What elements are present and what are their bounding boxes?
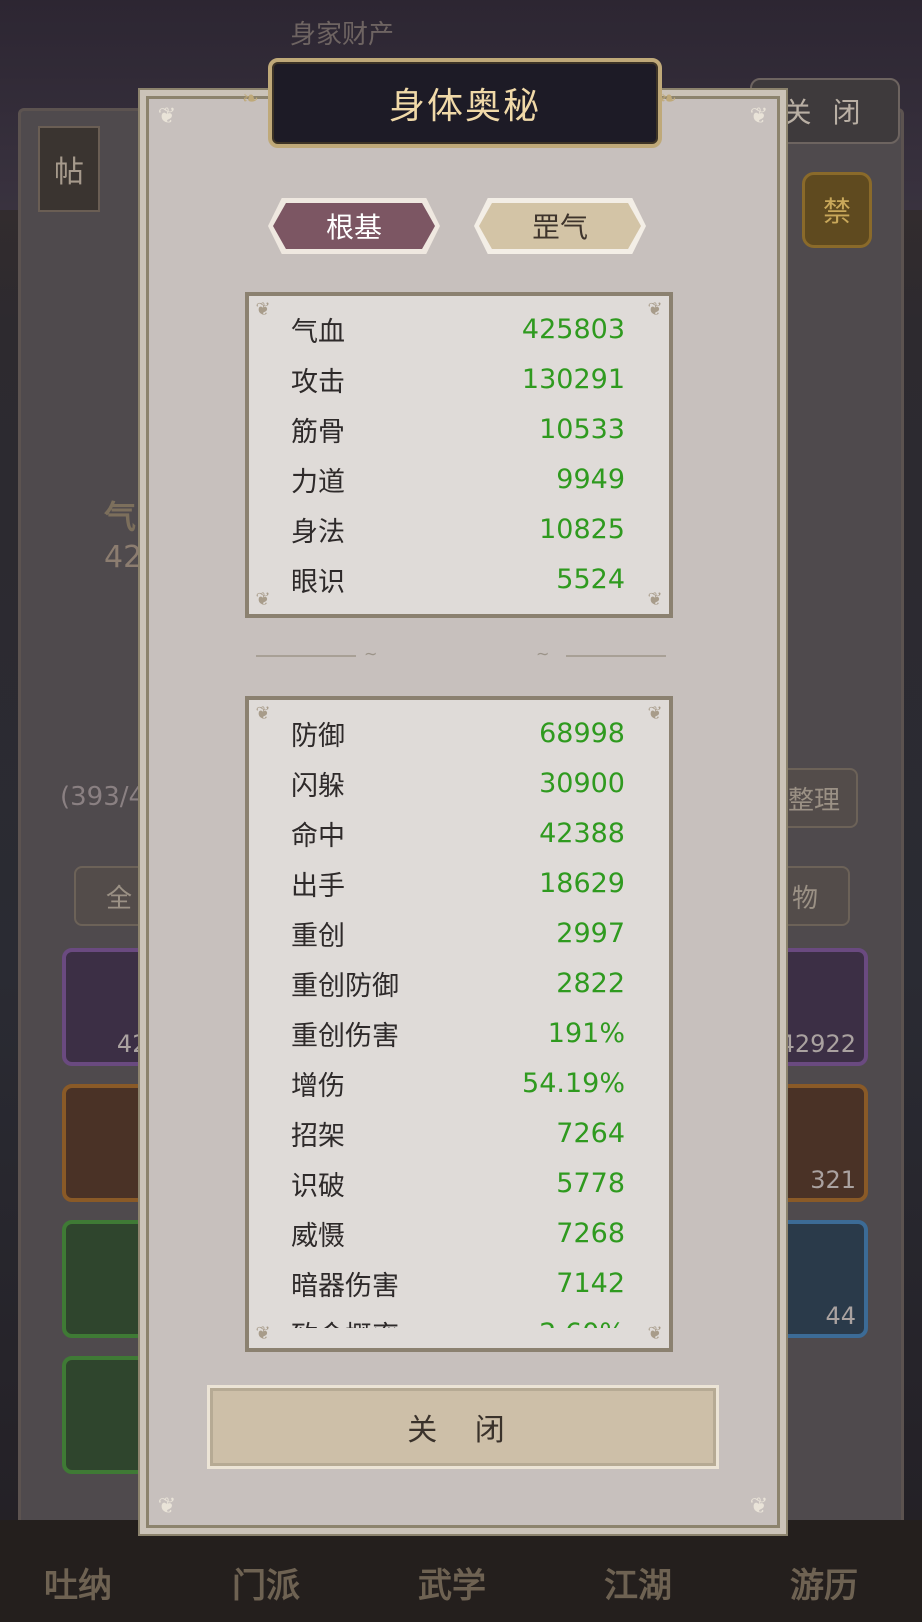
stat-row: 防御 68998 — [291, 717, 625, 752]
dialog-title: 身体奥秘 — [388, 86, 541, 127]
stat-row: 气血 425803 — [291, 313, 625, 348]
stat-row: 重创防御 2822 — [291, 967, 625, 1002]
tie-button[interactable]: 帖 — [38, 126, 100, 212]
background-qi-label: 气 — [104, 498, 137, 536]
charm-icon[interactable]: 禁 — [802, 172, 872, 248]
stat-row: 增伤 54.19% — [291, 1067, 625, 1102]
stat-row: 重创伤害 191% — [291, 1017, 625, 1052]
corner-ornament: ❦ — [749, 1494, 769, 1519]
combat-stats-panel[interactable]: ❦ ❦ ❦ ❦ 防御 68998 闪躲 30900 命中 42388 出手 18629 … — [245, 696, 673, 1352]
stat-row: 筋骨 10533 — [291, 413, 625, 448]
divider-ornament: ∼ — [256, 644, 406, 663]
nav-item-youli[interactable]: 游历 — [790, 1558, 858, 1607]
nav-item-menpai[interactable]: 门派 — [232, 1558, 300, 1607]
combat-stats-scroll[interactable]: 防御 68998 闪躲 30900 命中 42388 出手 18629 重创 2997 重… — [249, 700, 669, 1329]
stat-row: 暗器伤害 7142 — [291, 1267, 625, 1302]
stat-row: 威慑 7268 — [291, 1217, 625, 1252]
tab-genji-label: 根基 — [325, 211, 382, 244]
background-title: 身家财产 — [290, 20, 395, 50]
background-qi-value: 42 — [104, 540, 143, 575]
nav-item-tuna[interactable]: 吐纳 — [44, 1558, 112, 1607]
tab-gangqi-label: 罡气 — [531, 211, 588, 244]
tab-genji[interactable]: 根基 — [268, 198, 440, 254]
divider-ornament: ∼ — [526, 644, 676, 663]
nav-item-wuxue[interactable]: 武学 — [418, 1558, 486, 1607]
corner-ornament: ❦ — [749, 104, 769, 129]
stat-row: 招架 7264 — [291, 1117, 625, 1152]
stat-row: 力道 9949 — [291, 463, 625, 498]
dialog-title-plate: ❧ 身体奥秘 ❧ — [242, 58, 677, 148]
close-button[interactable]: 关 闭 — [210, 1388, 716, 1466]
stat-row: 闪躲 30900 — [291, 767, 625, 802]
stat-row: 命中 42388 — [291, 817, 625, 852]
stat-row: 出手 18629 — [291, 867, 625, 902]
stat-row: 识破 5778 — [291, 1167, 625, 1202]
corner-ornament: ❦ — [157, 104, 177, 129]
sort-button[interactable]: 整理 — [770, 768, 858, 828]
ornament-left-icon: ❧ — [242, 86, 259, 110]
stat-row: 攻击 130291 — [291, 363, 625, 398]
stat-row: 致命概率2.60% — [291, 1308, 625, 1329]
tab-gangqi[interactable]: 罡气 — [474, 198, 646, 254]
basic-stats-panel: ❦ ❦ ❦ ❦ 气血 425803 攻击 130291 筋骨 10533 力道 9949… — [245, 292, 673, 618]
stat-row: 身法 10825 — [291, 513, 625, 548]
corner-ornament: ❦ — [157, 1494, 177, 1519]
ornament-right-icon: ❧ — [660, 86, 677, 110]
nav-item-jianghu[interactable]: 江湖 — [604, 1558, 672, 1607]
stat-row: 重创 2997 — [291, 917, 625, 952]
stat-row: 眼识 5524 — [291, 563, 625, 598]
